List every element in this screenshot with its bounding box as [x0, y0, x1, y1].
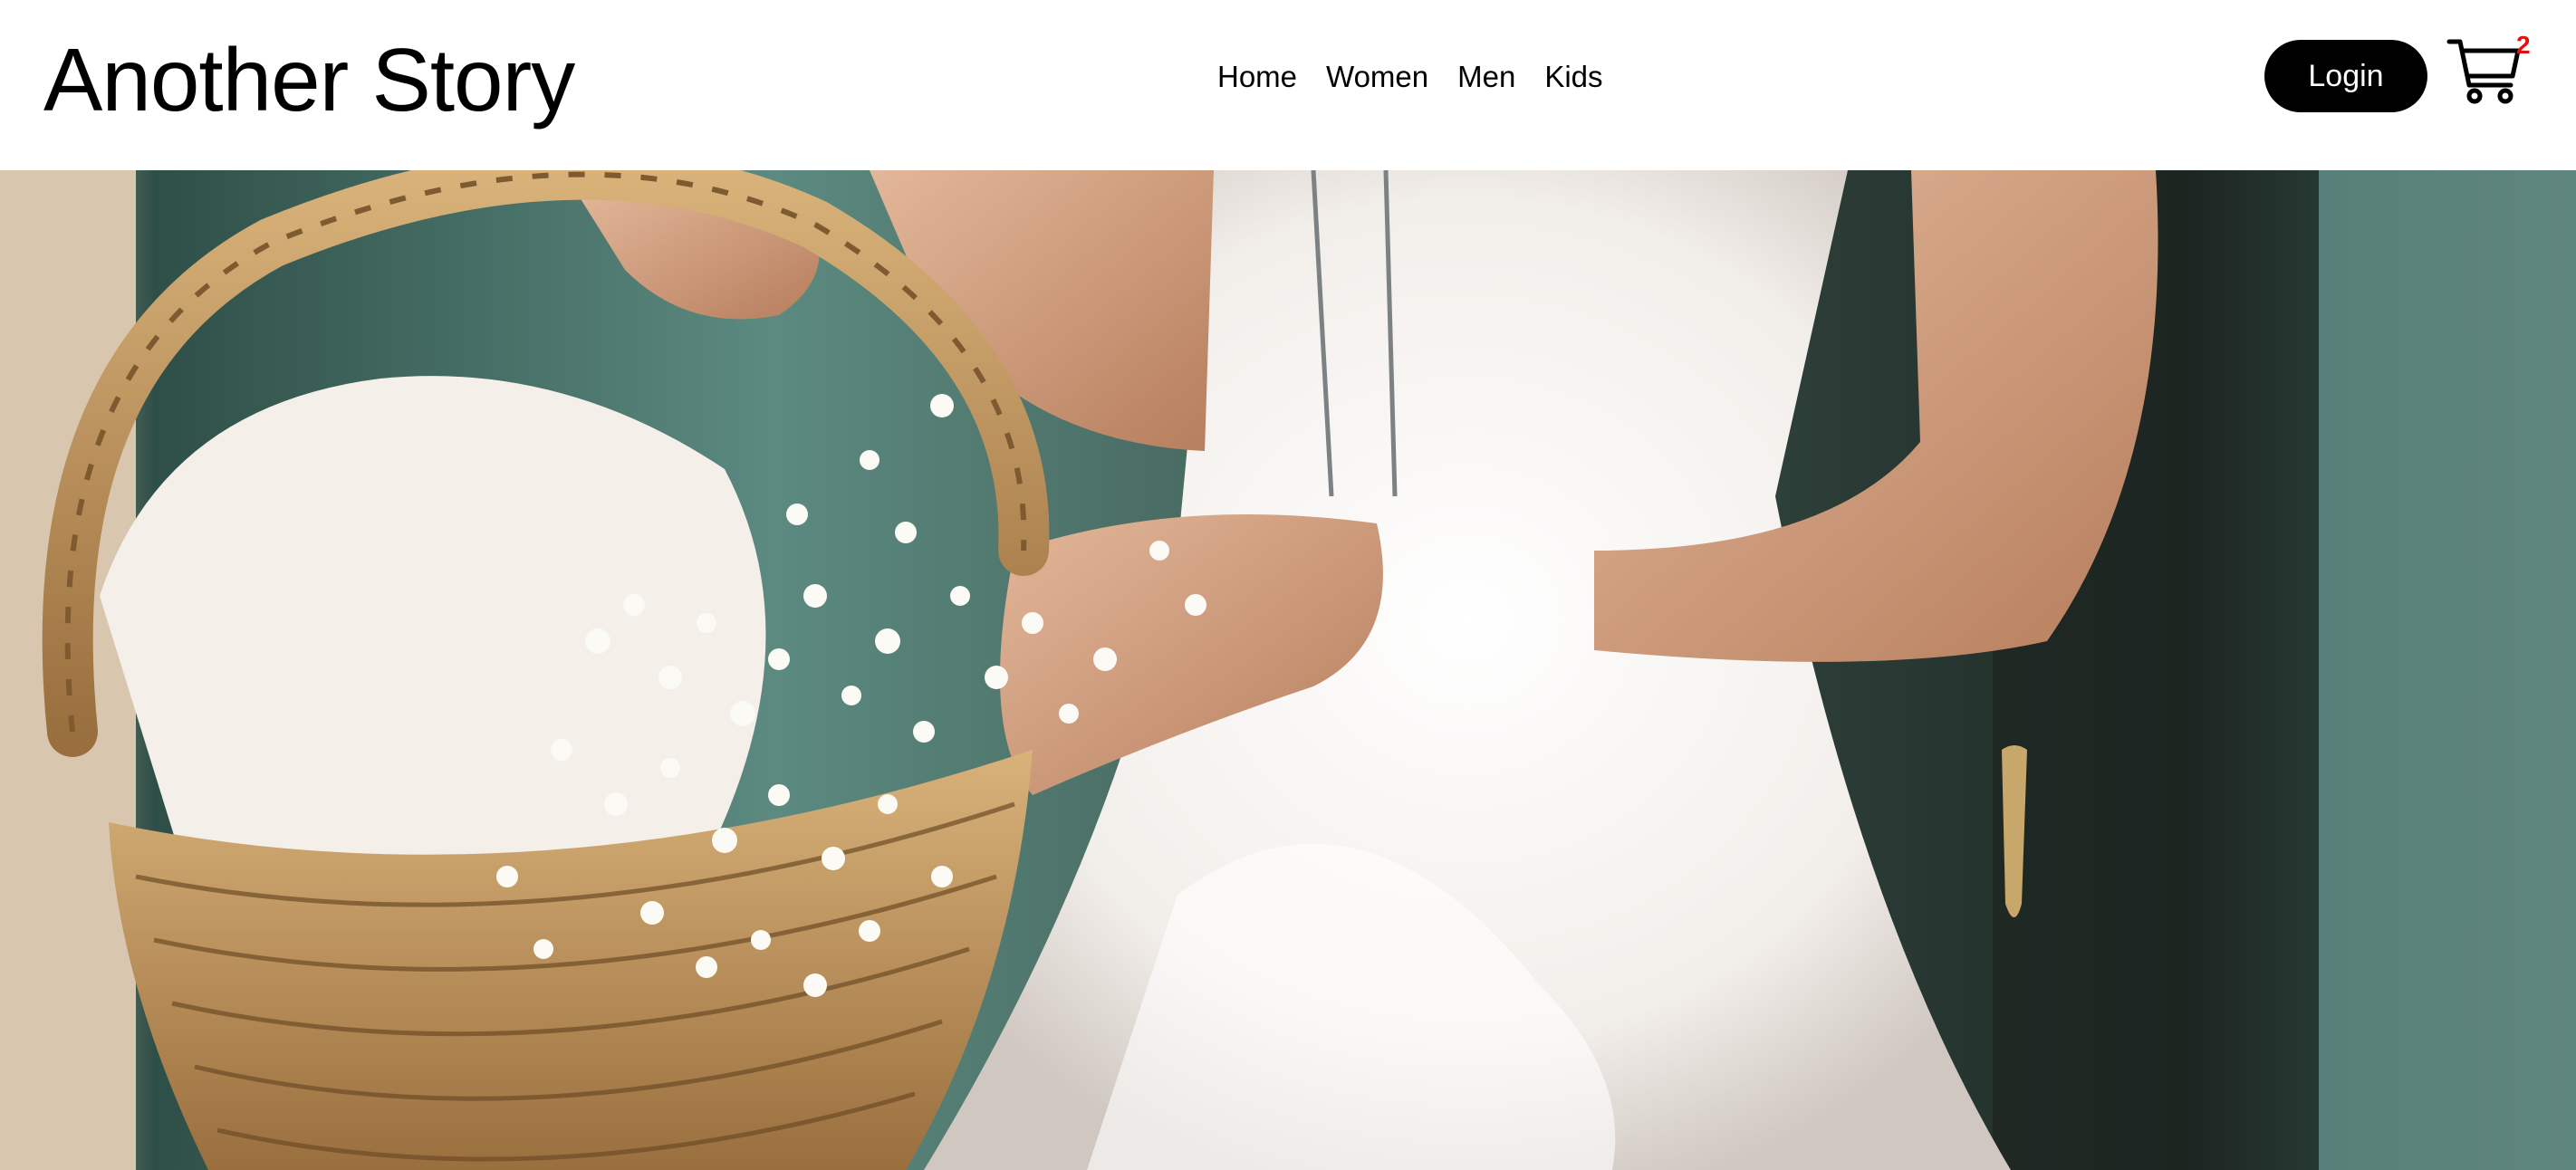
nav-men[interactable]: Men	[1457, 60, 1515, 94]
nav-home[interactable]: Home	[1217, 60, 1297, 94]
brand-logo[interactable]: Another Story	[43, 25, 575, 134]
site-header: Another Story Home Women Men Kids Login …	[0, 0, 2576, 170]
nav-kids[interactable]: Kids	[1544, 60, 1602, 94]
cart-button[interactable]: 2	[2446, 31, 2531, 112]
nav-women[interactable]: Women	[1326, 60, 1428, 94]
hero-photo-illustration	[0, 170, 2576, 1170]
hero-image	[0, 170, 2576, 1170]
cart-count-badge: 2	[2516, 31, 2531, 59]
login-button[interactable]: Login	[2264, 40, 2427, 112]
main-nav: Home Women Men Kids	[1217, 56, 1603, 98]
